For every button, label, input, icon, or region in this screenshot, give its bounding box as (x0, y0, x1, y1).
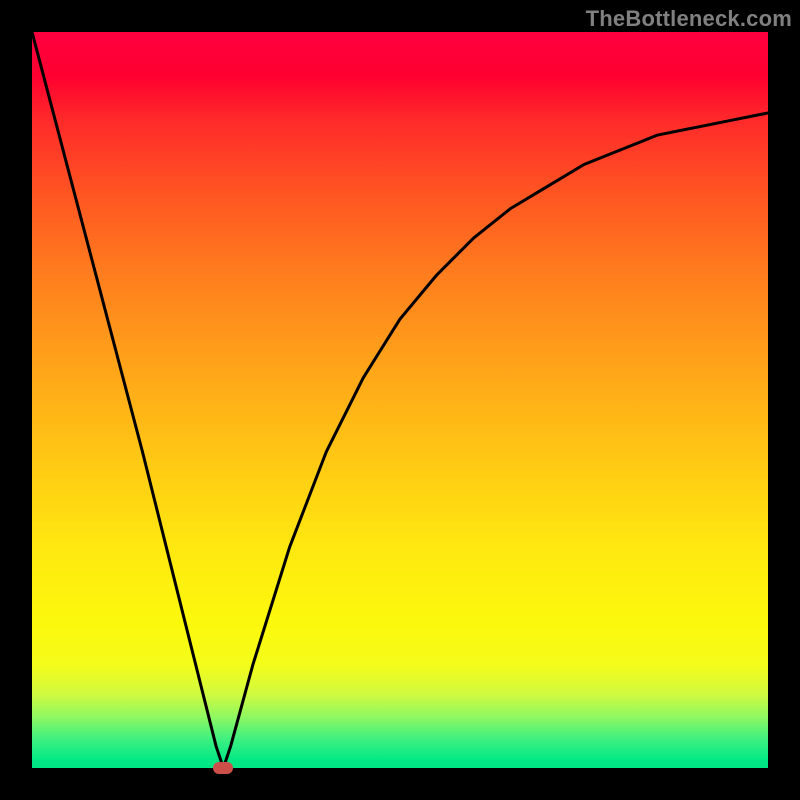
chart-frame: TheBottleneck.com (0, 0, 800, 800)
chart-curve-right (223, 113, 768, 768)
chart-plot-area (32, 32, 768, 768)
chart-curve-left (32, 32, 223, 768)
chart-minimum-marker (213, 762, 233, 774)
chart-curve-svg (32, 32, 768, 768)
watermark-text: TheBottleneck.com (586, 6, 792, 32)
